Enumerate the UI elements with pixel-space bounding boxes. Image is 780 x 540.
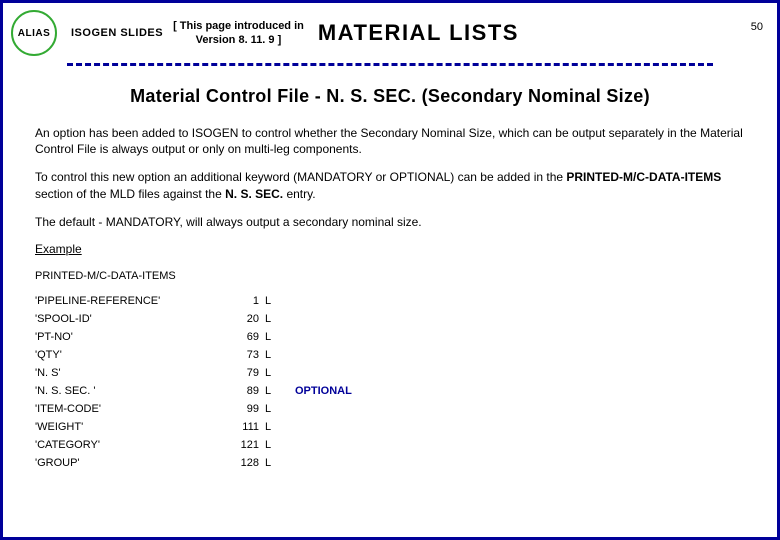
item-number: 1 xyxy=(235,292,265,310)
paragraph-1: An option has been added to ISOGEN to co… xyxy=(35,125,745,157)
item-note xyxy=(285,454,360,472)
item-number: 128 xyxy=(235,454,265,472)
item-name: 'GROUP' xyxy=(35,454,235,472)
item-note xyxy=(285,436,360,454)
alias-badge: ALIAS xyxy=(11,10,57,56)
item-name: 'N. S' xyxy=(35,364,235,382)
table-row: 'QTY'73L xyxy=(35,346,360,364)
item-number: 99 xyxy=(235,400,265,418)
item-note xyxy=(285,328,360,346)
item-l: L xyxy=(265,400,285,418)
table-row: 'N. S. SEC. '89LOPTIONAL xyxy=(35,382,360,400)
slide-title: Material Control File - N. S. SEC. (Seco… xyxy=(35,86,745,107)
slide-page: ALIAS ISOGEN SLIDES [ This page introduc… xyxy=(0,0,780,540)
printed-section-label: PRINTED-M/C-DATA-ITEMS xyxy=(35,270,745,282)
p2-text-e: entry. xyxy=(283,187,315,201)
item-number: 69 xyxy=(235,328,265,346)
item-name: 'QTY' xyxy=(35,346,235,364)
p2-text-c: section of the MLD files against the xyxy=(35,187,225,201)
item-l: L xyxy=(265,292,285,310)
p2-text-a: To control this new option an additional… xyxy=(35,170,566,184)
table-row: 'ITEM-CODE'99L xyxy=(35,400,360,418)
material-lists-heading: MATERIAL LISTS xyxy=(318,20,519,46)
item-note xyxy=(285,400,360,418)
item-name: 'CATEGORY' xyxy=(35,436,235,454)
page-number: 50 xyxy=(751,21,763,33)
table-row: 'N. S'79L xyxy=(35,364,360,382)
item-name: 'SPOOL-ID' xyxy=(35,310,235,328)
item-name: 'N. S. SEC. ' xyxy=(35,382,235,400)
item-number: 89 xyxy=(235,382,265,400)
alias-badge-text: ALIAS xyxy=(18,28,51,39)
item-name: 'WEIGHT' xyxy=(35,418,235,436)
item-note xyxy=(285,310,360,328)
item-name: 'PIPELINE-REFERENCE' xyxy=(35,292,235,310)
slide-header: ALIAS ISOGEN SLIDES [ This page introduc… xyxy=(3,3,777,63)
item-l: L xyxy=(265,382,285,400)
item-note xyxy=(285,364,360,382)
item-l: L xyxy=(265,436,285,454)
item-name: 'PT-NO' xyxy=(35,328,235,346)
version-intro-line2: Version 8. 11. 9 ] xyxy=(173,33,304,47)
p2-bold-nssec: N. S. SEC. xyxy=(225,187,283,201)
item-number: 111 xyxy=(235,418,265,436)
item-name: 'ITEM-CODE' xyxy=(35,400,235,418)
item-note xyxy=(285,292,360,310)
version-intro-box: [ This page introduced in Version 8. 11.… xyxy=(173,19,304,48)
item-l: L xyxy=(265,418,285,436)
version-intro-line1: [ This page introduced in xyxy=(173,19,304,33)
item-l: L xyxy=(265,310,285,328)
paragraph-3: The default - MANDATORY, will always out… xyxy=(35,214,745,230)
item-number: 121 xyxy=(235,436,265,454)
item-l: L xyxy=(265,364,285,382)
item-l: L xyxy=(265,346,285,364)
slide-content: Material Control File - N. S. SEC. (Seco… xyxy=(3,66,777,472)
item-l: L xyxy=(265,454,285,472)
item-number: 79 xyxy=(235,364,265,382)
table-row: 'GROUP'128L xyxy=(35,454,360,472)
example-label: Example xyxy=(35,242,745,256)
table-row: 'SPOOL-ID'20L xyxy=(35,310,360,328)
items-table: 'PIPELINE-REFERENCE'1L'SPOOL-ID'20L'PT-N… xyxy=(35,292,360,472)
item-l: L xyxy=(265,328,285,346)
item-note xyxy=(285,346,360,364)
item-note xyxy=(285,418,360,436)
table-row: 'PIPELINE-REFERENCE'1L xyxy=(35,292,360,310)
p2-bold-printed: PRINTED-M/C-DATA-ITEMS xyxy=(566,170,721,184)
table-row: 'CATEGORY'121L xyxy=(35,436,360,454)
item-note: OPTIONAL xyxy=(285,382,360,400)
item-number: 73 xyxy=(235,346,265,364)
table-row: 'PT-NO'69L xyxy=(35,328,360,346)
item-number: 20 xyxy=(235,310,265,328)
table-row: 'WEIGHT'111L xyxy=(35,418,360,436)
paragraph-2: To control this new option an additional… xyxy=(35,169,745,201)
isogen-slides-label: ISOGEN SLIDES xyxy=(71,27,163,39)
